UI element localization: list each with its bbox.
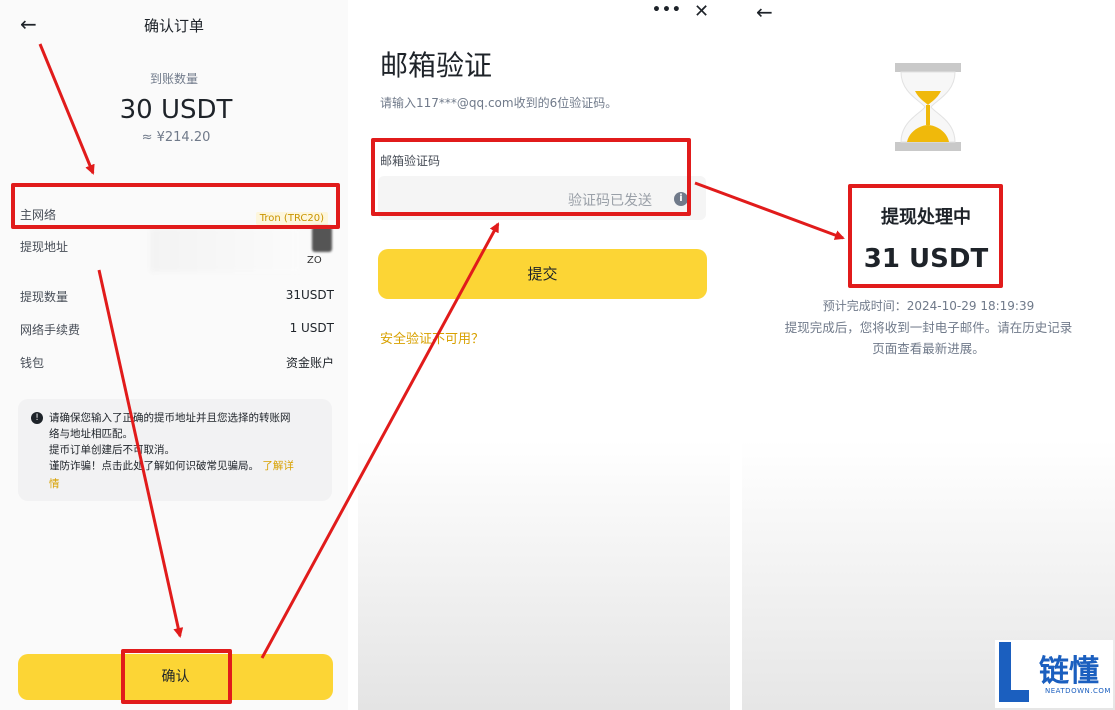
annotation-arrows xyxy=(38,43,845,659)
arrow-to-code xyxy=(260,222,500,659)
logo-text: 链懂 xyxy=(1039,654,1099,689)
arrow-to-confirm xyxy=(97,269,184,638)
site-logo: 链懂 NEATDOWN.COM xyxy=(995,640,1113,708)
arrow-to-status xyxy=(694,181,845,240)
logo-l-base xyxy=(999,690,1029,702)
arrow-to-network xyxy=(38,43,95,175)
logo-domain: NEATDOWN.COM xyxy=(1045,687,1111,695)
